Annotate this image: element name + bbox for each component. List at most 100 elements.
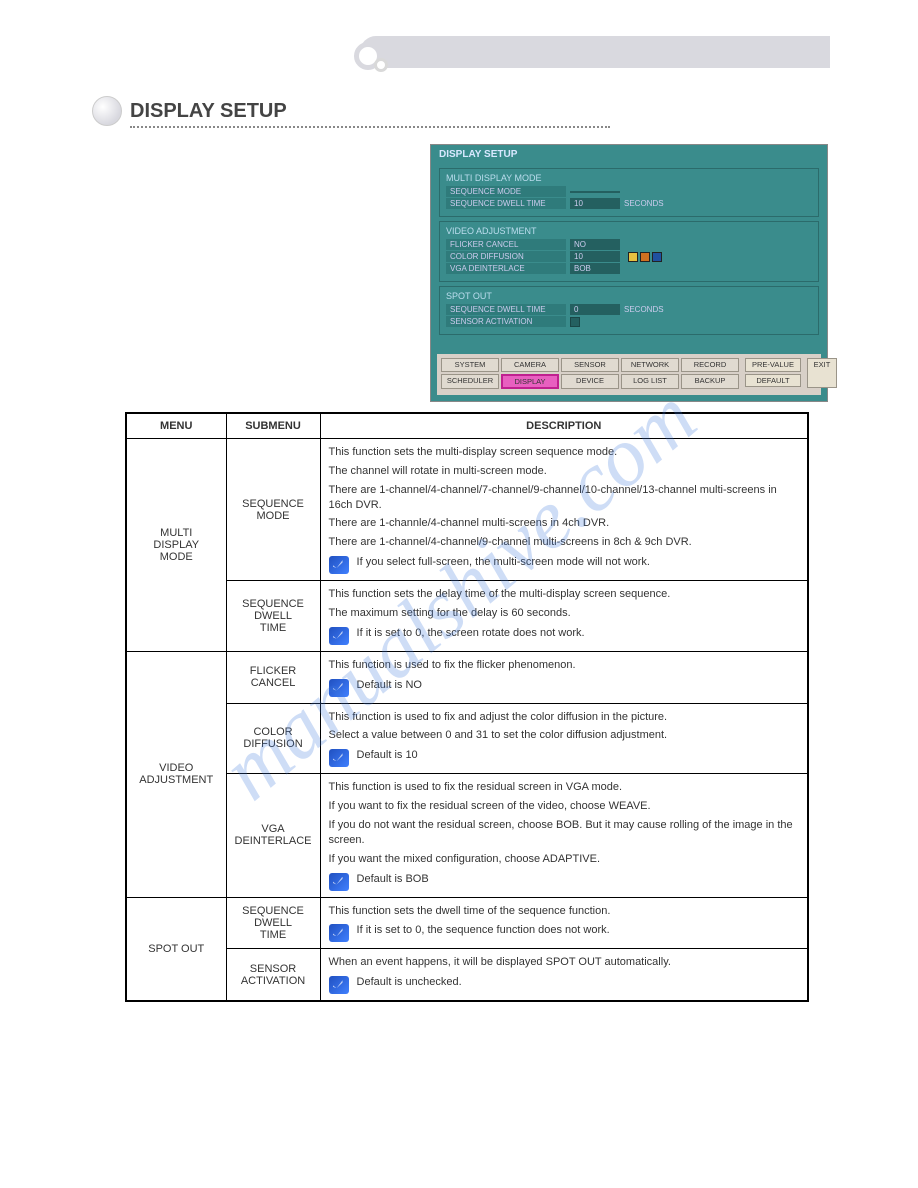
swatch-yellow — [628, 252, 638, 262]
table-row: VGADEINTERLACE This function is used to … — [126, 774, 808, 897]
submenu-cell: COLORDIFFUSION — [226, 703, 320, 774]
table-row: MULTIDISPLAYMODE SEQUENCEMODE This funct… — [126, 439, 808, 581]
submenu-cell: SENSORACTIVATION — [226, 949, 320, 1001]
tab-log-list[interactable]: LOG LIST — [621, 374, 679, 390]
note-text: Default is BOB — [357, 873, 429, 885]
submenu-cell: VGADEINTERLACE — [226, 774, 320, 897]
note-icon — [329, 976, 349, 994]
table-row: SENSORACTIVATION When an event happens, … — [126, 949, 808, 1001]
group-multi-display-mode: MULTI DISPLAY MODE SEQUENCE MODE SEQUENC… — [439, 168, 819, 217]
description-cell: This function sets the delay time of the… — [320, 581, 808, 652]
vga-deinterlace-value[interactable]: BOB — [570, 263, 620, 274]
row-spot-sequence-dwell-time: SEQUENCE DWELL TIME 0 SECONDS — [446, 304, 812, 315]
spot-sequence-dwell-time-value[interactable]: 0 — [570, 304, 620, 315]
header-menu: MENU — [126, 413, 226, 439]
flicker-cancel-value[interactable]: NO — [570, 239, 620, 250]
color-swatches — [628, 252, 662, 262]
color-diffusion-value[interactable]: 10 — [570, 251, 620, 262]
desc-line: Select a value between 0 and 31 to set t… — [329, 728, 799, 743]
description-cell: When an event happens, it will be displa… — [320, 949, 808, 1001]
submenu-cell: FLICKERCANCEL — [226, 651, 320, 703]
row-vga-deinterlace: VGA DEINTERLACE BOB — [446, 263, 812, 274]
table-row: VIDEOADJUSTMENT FLICKERCANCEL This funct… — [126, 651, 808, 703]
tab-backup[interactable]: BACKUP — [681, 374, 739, 390]
row-sequence-dwell-time: SEQUENCE DWELL TIME 10 SECONDS — [446, 198, 812, 209]
group-title: SPOT OUT — [446, 291, 812, 301]
note-text: If it is set to 0, the screen rotate doe… — [357, 627, 585, 639]
desc-line: If you want the mixed configuration, cho… — [329, 852, 799, 867]
description-cell: This function is used to fix the residua… — [320, 774, 808, 897]
desc-line: The channel will rotate in multi-screen … — [329, 464, 799, 479]
desc-line: There are 1-channel/4-channel/7-channel/… — [329, 483, 799, 513]
description-cell: This function is used to fix the flicker… — [320, 651, 808, 703]
menu-cell: MULTIDISPLAYMODE — [126, 439, 226, 652]
desc-line: When an event happens, it will be displa… — [329, 955, 799, 970]
row-sequence-mode: SEQUENCE MODE — [446, 186, 812, 197]
tab-row-2: SCHEDULER DISPLAY DEVICE LOG LIST BACKUP — [441, 374, 739, 390]
header-bar — [360, 36, 830, 68]
submenu-cell: SEQUENCEDWELLTIME — [226, 581, 320, 652]
note-text: If you select full-screen, the multi-scr… — [357, 556, 650, 568]
table-row: SEQUENCEDWELLTIME This function sets the… — [126, 581, 808, 652]
field-label: SEQUENCE DWELL TIME — [446, 198, 566, 209]
section-title-underline — [130, 126, 610, 128]
swatch-orange — [640, 252, 650, 262]
tab-network[interactable]: NETWORK — [621, 358, 679, 372]
note-icon — [329, 556, 349, 574]
field-label: FLICKER CANCEL — [446, 239, 566, 250]
submenu-cell: SEQUENCEDWELLTIME — [226, 897, 320, 949]
tab-system[interactable]: SYSTEM — [441, 358, 499, 372]
desc-line: The maximum setting for the delay is 60 … — [329, 606, 799, 621]
spec-table: MENU SUBMENU DESCRIPTION MULTIDISPLAYMOD… — [125, 412, 809, 1002]
note-text: Default is unchecked. — [357, 976, 462, 988]
field-label: SEQUENCE MODE — [446, 186, 566, 197]
page-section-title: DISPLAY SETUP — [130, 100, 287, 123]
note-icon — [329, 924, 349, 942]
row-sensor-activation: SENSOR ACTIVATION — [446, 316, 812, 327]
table-row: SPOT OUT SEQUENCEDWELLTIME This function… — [126, 897, 808, 949]
table-row: COLORDIFFUSION This function is used to … — [126, 703, 808, 774]
note-text: Default is 10 — [357, 749, 418, 761]
row-flicker-cancel: FLICKER CANCEL NO — [446, 239, 812, 250]
field-unit: SECONDS — [624, 199, 664, 208]
description-cell: This function is used to fix and adjust … — [320, 703, 808, 774]
header-notch-small — [374, 58, 388, 72]
group-spot-out: SPOT OUT SEQUENCE DWELL TIME 0 SECONDS S… — [439, 286, 819, 335]
note-icon — [329, 627, 349, 645]
note-icon — [329, 679, 349, 697]
sensor-activation-checkbox[interactable] — [570, 317, 580, 327]
desc-line: If you want to fix the residual screen o… — [329, 799, 799, 814]
screenshot-title: DISPLAY SETUP — [431, 145, 827, 164]
tabs-region: SYSTEM CAMERA SENSOR NETWORK RECORD SCHE… — [437, 354, 821, 395]
desc-line: This function sets the multi-display scr… — [329, 445, 799, 460]
tab-display[interactable]: DISPLAY — [501, 374, 559, 390]
section-bullet-icon — [92, 96, 122, 126]
note-text: If it is set to 0, the sequence function… — [357, 924, 610, 936]
description-cell: This function sets the dwell time of the… — [320, 897, 808, 949]
tab-record[interactable]: RECORD — [681, 358, 739, 372]
desc-line: If you do not want the residual screen, … — [329, 818, 799, 848]
tab-device[interactable]: DEVICE — [561, 374, 619, 390]
group-title: MULTI DISPLAY MODE — [446, 173, 812, 183]
field-label: COLOR DIFFUSION — [446, 251, 566, 262]
row-color-diffusion: COLOR DIFFUSION 10 — [446, 251, 812, 262]
tab-camera[interactable]: CAMERA — [501, 358, 559, 372]
note-text: Default is NO — [357, 679, 422, 691]
tab-default[interactable]: DEFAULT — [745, 374, 801, 388]
display-setup-screenshot: DISPLAY SETUP MULTI DISPLAY MODE SEQUENC… — [430, 144, 828, 402]
menu-cell: SPOT OUT — [126, 897, 226, 1001]
tab-exit[interactable]: EXIT — [807, 358, 837, 388]
tab-scheduler[interactable]: SCHEDULER — [441, 374, 499, 390]
desc-line: This function is used to fix and adjust … — [329, 710, 799, 725]
tab-pre-value[interactable]: PRE-VALUE — [745, 358, 801, 372]
description-cell: This function sets the multi-display scr… — [320, 439, 808, 581]
sequence-mode-value[interactable] — [570, 191, 620, 193]
field-label: SEQUENCE DWELL TIME — [446, 304, 566, 315]
header-submenu: SUBMENU — [226, 413, 320, 439]
sequence-dwell-time-value[interactable]: 10 — [570, 198, 620, 209]
group-video-adjustment: VIDEO ADJUSTMENT FLICKER CANCEL NO COLOR… — [439, 221, 819, 282]
group-title: VIDEO ADJUSTMENT — [446, 226, 812, 236]
submenu-cell: SEQUENCEMODE — [226, 439, 320, 581]
desc-line: There are 1-channle/4-channel multi-scre… — [329, 516, 799, 531]
tab-sensor[interactable]: SENSOR — [561, 358, 619, 372]
